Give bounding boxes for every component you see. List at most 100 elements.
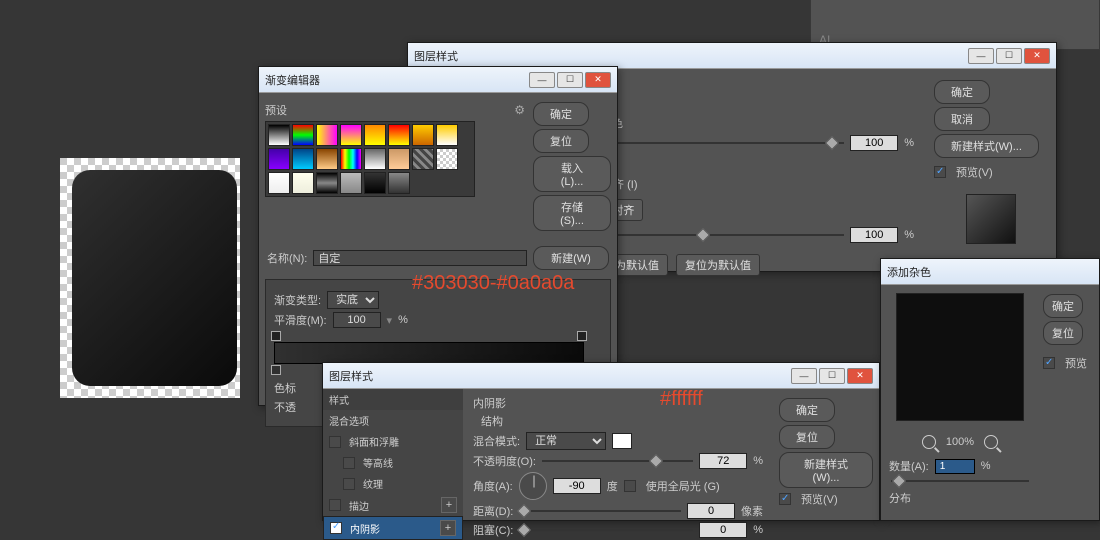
window-title: 渐变编辑器 (265, 72, 529, 88)
preset[interactable] (388, 124, 410, 146)
preset[interactable] (340, 148, 362, 170)
save-button[interactable]: 存储(S)... (533, 195, 611, 231)
global-checkbox[interactable] (624, 480, 636, 492)
ok-button[interactable]: 确定 (934, 80, 990, 104)
close-button[interactable]: ✕ (847, 368, 873, 384)
preset-grid (265, 121, 475, 197)
fx-item[interactable]: 等高线 (323, 452, 463, 473)
preview-checkbox[interactable] (1043, 357, 1055, 369)
preset[interactable] (292, 124, 314, 146)
reset-default-button[interactable]: 复位为默认值 (676, 254, 760, 276)
amount-label: 数量(A): (889, 458, 929, 474)
opacity-slider[interactable] (542, 460, 693, 462)
minimize-button[interactable]: — (529, 72, 555, 88)
preset[interactable] (412, 148, 434, 170)
preset[interactable] (388, 148, 410, 170)
zoom-out-icon[interactable] (922, 435, 936, 449)
dist-label: 分布 (881, 488, 1039, 508)
color-swatch[interactable] (612, 433, 632, 449)
amount-input[interactable] (935, 459, 975, 474)
ok-button[interactable]: 确定 (779, 398, 835, 422)
titlebar[interactable]: 图层样式 —☐✕ (323, 363, 879, 389)
new-style-button[interactable]: 新建样式(W)... (934, 134, 1039, 158)
minimize-button[interactable]: — (791, 368, 817, 384)
new-button[interactable]: 新建(W) (533, 246, 609, 270)
choke-input[interactable] (699, 522, 747, 538)
choke-slider[interactable] (519, 529, 693, 531)
ok-button[interactable]: 确定 (533, 102, 589, 126)
reset-button[interactable]: 复位 (779, 425, 835, 449)
preset[interactable] (364, 148, 386, 170)
ok-button[interactable]: 确定 (1043, 294, 1083, 318)
presets-label: 预设 (265, 102, 287, 118)
scale-input[interactable] (850, 227, 898, 243)
reset-button[interactable]: 复位 (1043, 321, 1083, 345)
fx-item[interactable]: 描边+ (323, 494, 463, 516)
preset[interactable] (292, 148, 314, 170)
opacity-stop[interactable] (271, 331, 281, 341)
preset[interactable] (268, 148, 290, 170)
cancel-button[interactable]: 取消 (934, 107, 990, 131)
add-icon[interactable]: + (441, 497, 457, 513)
add-noise-window: 添加杂色 100% 数量(A):% 分布 确定 复位 预览 (880, 258, 1100, 521)
type-select[interactable]: 实底 (327, 291, 379, 309)
preset[interactable] (436, 148, 458, 170)
preview-image (896, 293, 1024, 421)
minimize-button[interactable]: — (968, 48, 994, 64)
distance-label: 距离(D): (473, 503, 513, 519)
preset[interactable] (316, 124, 338, 146)
titlebar[interactable]: 添加杂色 (881, 259, 1099, 285)
name-input[interactable] (313, 250, 527, 266)
close-button[interactable]: ✕ (585, 72, 611, 88)
opacity-stop-label: 不透 (274, 399, 296, 415)
zoom-in-icon[interactable] (984, 435, 998, 449)
new-style-button[interactable]: 新建样式(W)... (779, 452, 873, 488)
preset[interactable] (268, 172, 290, 194)
fx-item[interactable]: 纹理 (323, 473, 463, 494)
fx-item[interactable]: 斜面和浮雕 (323, 431, 463, 452)
opacity-input[interactable] (850, 135, 898, 151)
preset[interactable] (316, 148, 338, 170)
fx-list: 样式 混合选项 斜面和浮雕 等高线 纹理 描边+ 内阴影+ (323, 389, 463, 522)
reset-button[interactable]: 复位 (533, 129, 589, 153)
add-icon[interactable]: + (440, 520, 456, 536)
maximize-button[interactable]: ☐ (996, 48, 1022, 64)
distance-input[interactable] (687, 503, 735, 519)
preset[interactable] (316, 172, 338, 194)
fx-blend-options[interactable]: 混合选项 (323, 410, 463, 431)
color-stop[interactable] (271, 365, 281, 375)
angle-input[interactable] (553, 478, 601, 494)
fx-item-selected[interactable]: 内阴影+ (323, 516, 463, 540)
preview-checkbox[interactable] (934, 166, 946, 178)
preset[interactable] (364, 124, 386, 146)
maximize-button[interactable]: ☐ (819, 368, 845, 384)
zoom-value: 100% (946, 436, 974, 448)
angle-dial[interactable] (519, 472, 547, 500)
preview-checkbox[interactable] (779, 493, 791, 505)
amount-slider[interactable] (891, 480, 1029, 482)
load-button[interactable]: 载入(L)... (533, 156, 611, 192)
close-button[interactable]: ✕ (1024, 48, 1050, 64)
stops-label: 色标 (274, 380, 296, 396)
window-title: 图层样式 (329, 368, 791, 384)
preset[interactable] (364, 172, 386, 194)
opacity-input[interactable] (699, 453, 747, 469)
gradient-bar[interactable] (274, 342, 584, 364)
preset[interactable] (292, 172, 314, 194)
preset[interactable] (340, 124, 362, 146)
smooth-input[interactable] (333, 312, 381, 328)
distance-slider[interactable] (519, 510, 681, 512)
subsection-label: 结构 (481, 413, 763, 429)
blend-select[interactable]: 正常 (526, 432, 606, 450)
preset[interactable] (340, 172, 362, 194)
preset[interactable] (388, 172, 410, 194)
gear-icon[interactable]: ⚙ (514, 103, 525, 117)
maximize-button[interactable]: ☐ (557, 72, 583, 88)
opacity-label: 不透明度(O): (473, 453, 536, 469)
titlebar[interactable]: 渐变编辑器 —☐✕ (259, 67, 617, 93)
preset[interactable] (268, 124, 290, 146)
preset[interactable] (412, 124, 434, 146)
opacity-stop[interactable] (577, 331, 587, 341)
choke-label: 阻塞(C): (473, 522, 513, 538)
preset[interactable] (436, 124, 458, 146)
